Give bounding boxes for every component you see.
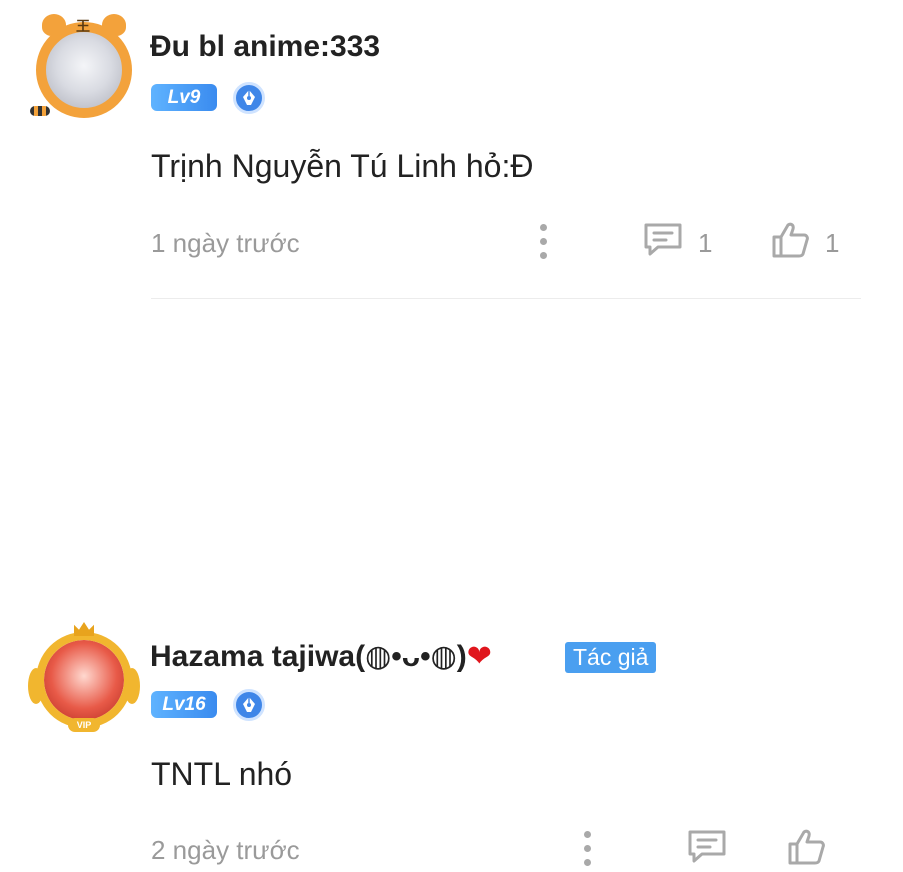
reply-count: 1 bbox=[698, 228, 713, 258]
divider bbox=[151, 298, 861, 299]
tiger-avatar-frame bbox=[36, 22, 132, 118]
avatar[interactable]: 王 bbox=[30, 14, 132, 118]
heart-emoji: ❤ bbox=[466, 640, 492, 673]
timestamp: 1 ngày trước bbox=[151, 228, 300, 258]
comment-item: VIP Hazama tajiwa(◍•ᴗ•◍)❤ Tác giả Lv16 T… bbox=[0, 300, 903, 866]
level-badge: Lv9 bbox=[151, 84, 217, 111]
vip-tag: VIP bbox=[68, 718, 100, 732]
avatar-frame-mark: 王 bbox=[76, 18, 90, 34]
comment-item: 王 Đu bl anime:333 Lv9 Trịnh Nguyễn Tú Li… bbox=[0, 0, 903, 300]
timestamp: 2 ngày trước bbox=[151, 835, 300, 865]
like-count: 1 bbox=[825, 228, 840, 258]
more-vertical-icon[interactable] bbox=[582, 831, 592, 867]
pen-badge-icon bbox=[233, 82, 265, 114]
username-text: Hazama tajiwa(◍•ᴗ•◍) bbox=[150, 640, 467, 673]
avatar[interactable]: VIP bbox=[28, 622, 140, 732]
thumbs-up-icon[interactable] bbox=[770, 220, 812, 260]
level-badge: Lv16 bbox=[151, 691, 217, 718]
vip-avatar-frame bbox=[36, 632, 132, 728]
author-badge: Tác giả bbox=[565, 642, 657, 673]
tiger-ear-icon bbox=[102, 14, 126, 36]
comment-reply-icon[interactable] bbox=[642, 220, 684, 260]
more-vertical-icon[interactable] bbox=[538, 224, 548, 260]
username[interactable]: Hazama tajiwa(◍•ᴗ•◍)❤ bbox=[150, 639, 492, 674]
tiger-tail-icon bbox=[30, 106, 50, 116]
tiger-ear-icon bbox=[42, 14, 66, 36]
comment-text: Trịnh Nguyễn Tú Linh hỏ:Đ bbox=[151, 148, 534, 184]
thumbs-up-icon[interactable] bbox=[786, 827, 828, 867]
comment-reply-icon[interactable] bbox=[686, 827, 728, 867]
pen-badge-icon bbox=[233, 689, 265, 721]
wing-icon bbox=[28, 668, 44, 704]
wing-icon bbox=[124, 668, 140, 704]
username[interactable]: Đu bl anime:333 bbox=[150, 30, 380, 64]
comment-text: TNTL nhó bbox=[151, 756, 293, 792]
crown-icon bbox=[74, 622, 94, 636]
